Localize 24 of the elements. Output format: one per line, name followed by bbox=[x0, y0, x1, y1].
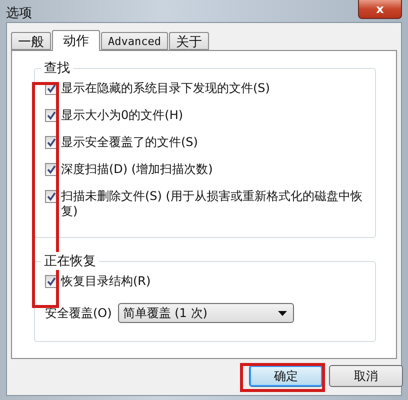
option-label: 扫描未删除文件(S) (用于从损害或重新格式化的磁盘中恢复) bbox=[61, 189, 363, 219]
group-title: 查找 bbox=[41, 59, 73, 77]
dropdown[interactable]: 简单覆盖 (1 次) bbox=[118, 303, 294, 323]
option-label: 显示大小为0的文件(H) bbox=[61, 108, 184, 123]
check-icon bbox=[47, 111, 56, 120]
check-icon bbox=[47, 84, 56, 93]
select-label: 安全覆盖(O) bbox=[45, 306, 112, 320]
check-icon bbox=[47, 138, 56, 147]
option-label: 显示安全覆盖了的文件(S) bbox=[61, 135, 198, 150]
tab[interactable]: 一般 bbox=[11, 32, 51, 50]
ok-button[interactable]: 确定 bbox=[249, 365, 323, 387]
check-icon bbox=[47, 165, 56, 174]
option-label: 恢复目录结构(R) bbox=[61, 274, 151, 289]
tab[interactable]: 关于 bbox=[168, 32, 209, 50]
dropdown-arrow-icon bbox=[278, 310, 287, 316]
tab[interactable]: 动作 bbox=[52, 30, 100, 51]
window-title: 选项 bbox=[6, 5, 32, 22]
option-label: 深度扫描(D) (增加扫描次数) bbox=[61, 162, 213, 177]
check-icon bbox=[47, 277, 56, 286]
cancel-button[interactable]: 取消 bbox=[329, 365, 403, 387]
tab[interactable]: Advanced bbox=[101, 32, 168, 50]
close-button[interactable]: x bbox=[358, 0, 402, 19]
option-label: 显示在隐藏的系统目录下发现的文件(S) bbox=[61, 81, 270, 96]
check-icon bbox=[47, 192, 56, 201]
